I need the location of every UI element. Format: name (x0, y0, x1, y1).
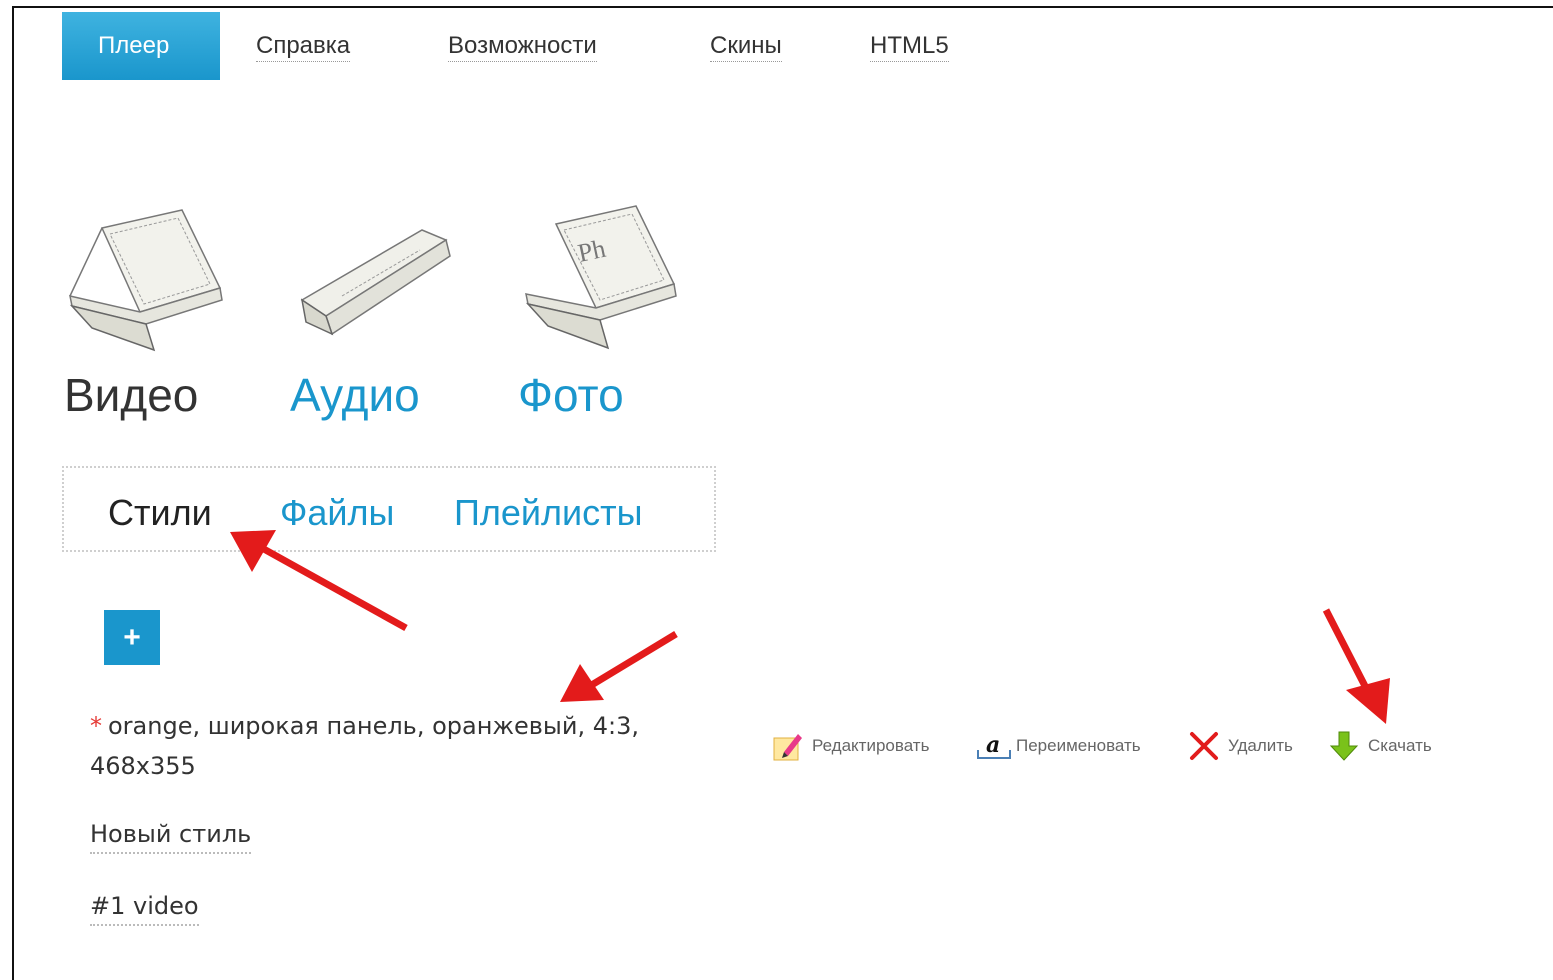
nav-tab-player[interactable]: Плеер (62, 12, 220, 80)
nav-tab-features-label: Возможности (448, 32, 597, 62)
delete-style-label: Удалить (1228, 736, 1293, 755)
video-player-icon (62, 200, 242, 360)
nav-tab-html5-label: HTML5 (870, 32, 949, 62)
current-style-description: orange, широкая панель, оранжевый, 4:3, … (90, 712, 639, 780)
download-arrow-icon (1328, 730, 1360, 762)
delete-style-button[interactable]: Удалить (1188, 726, 1293, 766)
pencil-icon (772, 730, 804, 762)
close-icon (1188, 730, 1220, 762)
media-tab-audio[interactable]: Аудио (290, 368, 420, 422)
add-style-button[interactable]: + (104, 610, 160, 665)
media-tab-video[interactable]: Видео (64, 368, 198, 422)
subtab-styles[interactable]: Стили (108, 492, 212, 534)
edit-style-button[interactable]: Редактировать (772, 726, 929, 766)
current-marker: * (90, 712, 102, 740)
rename-style-label: Переименовать (1016, 736, 1141, 755)
style-item-video[interactable]: #1 video (90, 892, 199, 926)
current-style[interactable]: * orange, широкая панель, оранжевый, 4:3,… (90, 706, 750, 786)
edit-style-label: Редактировать (812, 736, 930, 755)
style-item-new-label: Новый стиль (90, 820, 252, 854)
subtab-files[interactable]: Файлы (280, 492, 394, 534)
nav-tab-skins-label: Скины (710, 32, 782, 62)
subtab-playlists[interactable]: Плейлисты (454, 492, 643, 534)
rename-style-button[interactable]: a Переименовать (976, 726, 1141, 766)
download-style-button[interactable]: Скачать (1328, 726, 1432, 766)
svg-text:a: a (986, 732, 1000, 758)
download-style-label: Скачать (1368, 736, 1432, 755)
nav-tab-skins[interactable]: Скины (710, 12, 782, 80)
plus-icon: + (123, 621, 141, 654)
style-item-new[interactable]: Новый стиль (90, 820, 252, 854)
audio-player-icon (292, 200, 472, 360)
nav-tab-help[interactable]: Справка (256, 12, 351, 80)
nav-tab-html5[interactable]: HTML5 (870, 12, 949, 80)
photo-player-icon: Ph (520, 200, 700, 360)
nav-tab-help-label: Справка (256, 32, 351, 62)
style-item-video-label: #1 video (90, 892, 199, 926)
nav-tab-features[interactable]: Возможности (448, 12, 597, 80)
rename-icon: a (976, 730, 1011, 762)
media-tab-photo[interactable]: Фото (518, 368, 624, 422)
nav-tab-player-label: Плеер (98, 32, 170, 59)
